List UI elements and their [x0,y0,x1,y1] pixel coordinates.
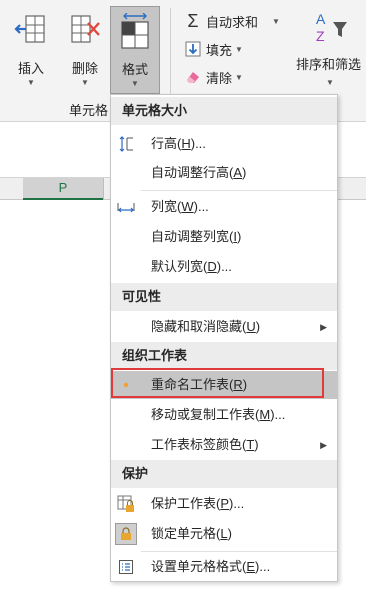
format-button[interactable]: 格式 ▼ [110,6,160,94]
menu-item-suffix: )... [229,496,245,511]
menu-item-tab-color[interactable]: 工作表标签颜色(T) ▶ [111,431,337,459]
menu-item-label: 保护工作表( [151,496,221,511]
column-width-icon [117,198,135,216]
fill-label: 填充 [206,42,233,58]
menu-item-suffix: )... [193,199,209,214]
insert-button[interactable]: 插入 ▼ [6,6,56,94]
menu-item-label: 锁定单元格( [151,526,221,541]
menu-divider [141,551,337,552]
menu-item-lock-cell[interactable]: 锁定单元格(L) [111,520,337,548]
eraser-icon [184,68,202,86]
menu-item-row-height[interactable]: 行高(H)... [111,130,337,158]
menu-item-label: 工作表标签颜色( [151,437,247,452]
menu-item-label: 自动调整行高( [151,165,234,180]
menu-item-key: P [220,496,230,511]
chevron-right-icon: ▶ [320,440,327,450]
format-dropdown-menu: 单元格大小 行高(H)... 自动调整行高(A) 列宽(W)... 自动调整列宽… [110,94,338,582]
menu-item-key: H [181,136,191,151]
clear-label: 清除 [206,70,233,86]
menu-item-key: M [259,407,271,422]
menu-item-label: 列宽( [151,199,182,214]
sort-filter-label: 排序和筛选 [296,57,362,72]
sort-filter-icon: A Z [316,10,356,47]
menu-item-autofit-column-width[interactable]: 自动调整列宽(I) [111,223,337,251]
menu-item-suffix: )... [255,559,271,574]
menu-item-label: 隐藏和取消隐藏( [151,319,247,334]
menu-item-key: D [207,259,217,274]
menu-item-suffix: )... [190,136,206,151]
menu-item-suffix: ) [242,165,247,180]
highlight-box [111,368,324,398]
chevron-down-icon: ▼ [131,79,139,88]
menu-item-default-width[interactable]: 默认列宽(D)... [111,253,337,281]
lock-cell-icon [115,523,137,545]
delete-cells-icon [68,12,102,49]
menu-item-key: U [246,319,256,334]
column-divider [103,178,104,200]
menu-item-suffix: )... [216,259,232,274]
menu-section-header: 保护 [111,460,337,488]
menu-item-key: E [246,559,256,574]
menu-item-label: 自动调整列宽( [151,229,234,244]
fill-button[interactable]: 填充 ▼ [184,38,243,60]
column-header-p[interactable]: P [23,178,103,200]
menu-section-header: 组织工作表 [111,342,337,370]
menu-item-key: A [233,165,243,180]
menu-item-suffix: ) [227,526,232,541]
fill-down-icon [184,40,202,58]
chevron-down-icon: ▼ [272,16,280,26]
svg-text:Z: Z [316,28,325,44]
chevron-right-icon: ▶ [320,322,327,332]
menu-item-suffix: ) [255,319,261,334]
menu-item-suffix: ) [236,229,242,244]
insert-label: 插入 [17,61,44,76]
chevron-down-icon: ▼ [81,78,89,87]
menu-item-hide-unhide[interactable]: 隐藏和取消隐藏(U) ▶ [111,313,337,341]
menu-item-format-cells[interactable]: 设置单元格格式(E)... [111,553,337,581]
menu-item-label: 行高( [151,136,182,151]
format-label: 格式 [121,62,148,77]
menu-item-suffix: ) [254,437,259,452]
menu-item-key: L [220,526,228,541]
delete-label: 删除 [71,61,98,76]
chevron-down-icon: ▼ [235,72,243,82]
autosum-button[interactable]: Σ 自动求和 ▼ [184,10,280,32]
menu-item-protect-sheet[interactable]: 保护工作表(P)... [111,490,337,518]
svg-text:A: A [316,11,326,27]
sigma-icon: Σ [187,10,199,31]
menu-item-suffix: )... [270,407,286,422]
chevron-down-icon: ▼ [326,78,334,87]
protect-sheet-icon [117,495,135,513]
chevron-down-icon: ▼ [27,78,35,87]
format-cells-icon [117,558,135,576]
menu-section-header: 单元格大小 [111,97,337,125]
menu-item-autofit-row-height[interactable]: 自动调整行高(A) [111,159,337,187]
menu-item-column-width[interactable]: 列宽(W)... [111,193,337,221]
menu-item-move-copy-sheet[interactable]: 移动或复制工作表(M)... [111,401,337,429]
menu-item-label: 默认列宽( [151,259,208,274]
chevron-down-icon: ▼ [235,44,243,54]
sort-filter-button[interactable]: A Z 排序和筛选 ▼ [296,6,366,96]
menu-section-header: 可见性 [111,283,337,311]
format-cells-large-icon [118,12,152,56]
menu-divider [141,190,337,191]
insert-cells-icon [14,12,48,49]
clear-button[interactable]: 清除 ▼ [184,66,243,88]
delete-button[interactable]: 删除 ▼ [60,6,110,94]
menu-item-label: 设置单元格格式( [151,559,247,574]
menu-item-label: 移动或复制工作表( [151,407,260,422]
menu-item-key: W [181,199,194,214]
autosum-label: 自动求和 [206,14,259,30]
row-height-icon [117,135,135,153]
